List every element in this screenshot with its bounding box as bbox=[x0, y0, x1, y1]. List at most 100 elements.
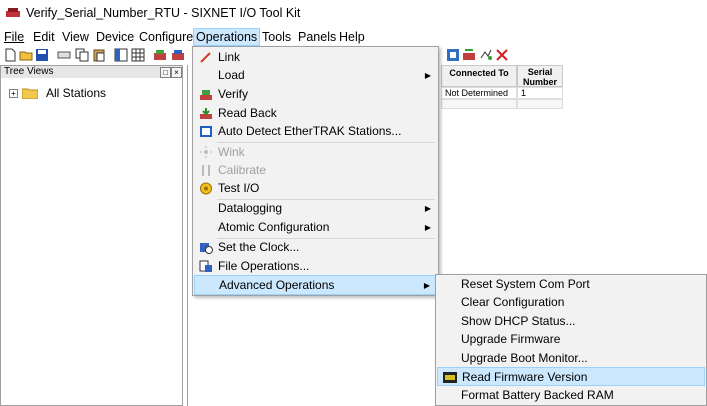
tree-node-label: All Stations bbox=[46, 86, 107, 100]
submenu-arrow-icon: ▶ bbox=[424, 223, 431, 232]
auto-detect-icon bbox=[200, 126, 212, 137]
menu-item-label: Atomic Configuration bbox=[218, 220, 330, 234]
column-header-serial-number[interactable]: Serial Number bbox=[517, 65, 563, 87]
menu-item-file-operations[interactable]: File Operations... bbox=[194, 257, 437, 276]
expand-icon[interactable]: + bbox=[9, 89, 18, 98]
submenu-arrow-icon: ▶ bbox=[424, 204, 431, 213]
menu-file-label: File bbox=[4, 30, 25, 44]
menu-item-label: Verify bbox=[218, 87, 249, 101]
menu-view[interactable]: View bbox=[62, 29, 89, 45]
close-panel-button[interactable]: × bbox=[171, 67, 182, 78]
menu-device[interactable]: Device bbox=[96, 29, 134, 45]
menu-item-upgrade-boot-monitor[interactable]: Upgrade Boot Monitor... bbox=[437, 349, 705, 368]
menu-configure[interactable]: Configure bbox=[139, 29, 193, 45]
firmware-version-icon bbox=[443, 372, 457, 383]
menu-item-label: Wink bbox=[218, 145, 245, 159]
menu-item-set-the-clock[interactable]: Set the Clock... bbox=[194, 238, 437, 257]
tree-views-panel: Tree Views □ × + All Stations bbox=[0, 65, 183, 406]
connected-to-header-label: Connected To bbox=[449, 68, 509, 78]
menu-operations[interactable]: Operations bbox=[193, 28, 261, 46]
menu-tools-label: Tools bbox=[262, 30, 292, 44]
clock-icon bbox=[200, 243, 213, 254]
menu-item-clear-configuration[interactable]: Clear Configuration bbox=[437, 293, 705, 312]
menu-item-label: Show DHCP Status... bbox=[461, 314, 576, 328]
menu-item-link[interactable]: Link bbox=[194, 48, 437, 67]
tool-icon[interactable] bbox=[446, 48, 460, 62]
verify-icon bbox=[200, 90, 212, 100]
menu-panels-label: Panels bbox=[298, 30, 337, 44]
column-header-connected-to[interactable]: Connected To bbox=[441, 65, 517, 87]
cell-connected-to[interactable]: Not Determined bbox=[441, 87, 517, 99]
menu-item-label: Calibrate bbox=[218, 163, 267, 177]
test-io-icon bbox=[200, 182, 212, 195]
menu-item-load[interactable]: Load ▶ bbox=[194, 66, 437, 85]
menu-item-label: Reset System Com Port bbox=[461, 277, 590, 291]
menu-panels[interactable]: Panels bbox=[298, 29, 336, 45]
advanced-operations-submenu: Reset System Com Port Clear Configuratio… bbox=[435, 274, 707, 406]
menu-item-read-firmware-version[interactable]: Read Firmware Version bbox=[437, 367, 705, 386]
menu-item-advanced-operations[interactable]: Advanced Operations ▶ bbox=[194, 275, 437, 295]
menu-item-wink: Wink bbox=[194, 143, 437, 162]
open-icon[interactable] bbox=[19, 48, 33, 62]
menu-help-label: Help bbox=[339, 30, 365, 44]
menu-view-label: View bbox=[62, 30, 89, 44]
menu-item-calibrate: Calibrate bbox=[194, 161, 437, 180]
menu-item-test-io[interactable]: Test I/O bbox=[194, 179, 437, 198]
menu-file[interactable]: File bbox=[4, 29, 24, 45]
menu-item-label: Advanced Operations bbox=[219, 278, 335, 292]
submenu-arrow-icon: ▶ bbox=[423, 281, 430, 290]
station-icon[interactable] bbox=[153, 48, 167, 62]
read-back-icon bbox=[200, 108, 212, 119]
sixnet-app-icon bbox=[6, 8, 20, 17]
cell-serial-number[interactable]: 1 bbox=[517, 87, 563, 99]
menu-item-read-back[interactable]: Read Back bbox=[194, 104, 437, 123]
operations-menu: Link Load ▶ Verify Read Back Auto Detect… bbox=[192, 46, 439, 296]
menu-item-label: Test I/O bbox=[218, 181, 260, 195]
wink-icon bbox=[200, 146, 212, 158]
menu-edit-label: Edit bbox=[33, 30, 55, 44]
menu-bar: File Edit View Device Configure Operatio… bbox=[0, 28, 707, 46]
tree-views-header: Tree Views □ × bbox=[1, 66, 182, 78]
save-icon[interactable] bbox=[35, 48, 49, 62]
menu-edit[interactable]: Edit bbox=[33, 29, 55, 45]
new-icon[interactable] bbox=[3, 48, 17, 62]
menu-item-label: Auto Detect EtherTRAK Stations... bbox=[218, 124, 402, 138]
pin-button[interactable]: □ bbox=[160, 67, 171, 78]
menu-item-label: Link bbox=[218, 50, 241, 64]
disconnect-icon[interactable] bbox=[479, 48, 493, 62]
menu-item-label: Datalogging bbox=[218, 201, 283, 215]
calibrate-icon bbox=[202, 165, 210, 176]
menu-item-format-battery-backed-ram[interactable]: Format Battery Backed RAM bbox=[437, 386, 705, 405]
menu-item-show-dhcp-status[interactable]: Show DHCP Status... bbox=[437, 312, 705, 331]
menu-item-reset-system-com-port[interactable]: Reset System Com Port bbox=[437, 275, 705, 294]
menu-tools[interactable]: Tools bbox=[262, 29, 291, 45]
connect-icon[interactable] bbox=[462, 48, 476, 62]
menu-device-label: Device bbox=[96, 30, 135, 44]
table-row-empty bbox=[441, 99, 517, 109]
paste-icon[interactable] bbox=[92, 48, 106, 62]
menu-item-upgrade-firmware[interactable]: Upgrade Firmware bbox=[437, 330, 705, 349]
grid-icon[interactable] bbox=[131, 48, 145, 62]
menu-item-label: File Operations... bbox=[218, 259, 310, 273]
menu-operations-label: Operations bbox=[196, 30, 258, 44]
close-connection-icon[interactable] bbox=[495, 48, 509, 62]
menu-item-auto-detect[interactable]: Auto Detect EtherTRAK Stations... bbox=[194, 122, 437, 141]
menu-item-label: Clear Configuration bbox=[461, 295, 565, 309]
menu-item-label: Format Battery Backed RAM bbox=[461, 388, 614, 402]
copy-icon[interactable] bbox=[75, 48, 89, 62]
module-icon[interactable] bbox=[171, 48, 185, 62]
menu-item-label: Read Firmware Version bbox=[462, 370, 588, 384]
menu-item-datalogging[interactable]: Datalogging ▶ bbox=[194, 199, 437, 218]
window-title: Verify_Serial_Number_RTU - SIXNET I/O To… bbox=[26, 6, 301, 20]
layout-icon[interactable] bbox=[114, 48, 128, 62]
stations-icon[interactable] bbox=[57, 48, 71, 62]
table-row-empty bbox=[517, 99, 563, 109]
menu-help[interactable]: Help bbox=[339, 29, 365, 45]
menu-configure-label: Configure bbox=[139, 30, 194, 44]
menu-item-verify[interactable]: Verify bbox=[194, 85, 437, 104]
menu-item-label: Set the Clock... bbox=[218, 240, 300, 254]
menu-item-label: Read Back bbox=[218, 106, 277, 120]
menu-item-atomic-configuration[interactable]: Atomic Configuration ▶ bbox=[194, 218, 437, 237]
menu-item-label: Upgrade Firmware bbox=[461, 332, 561, 346]
folder-icon bbox=[22, 88, 38, 99]
